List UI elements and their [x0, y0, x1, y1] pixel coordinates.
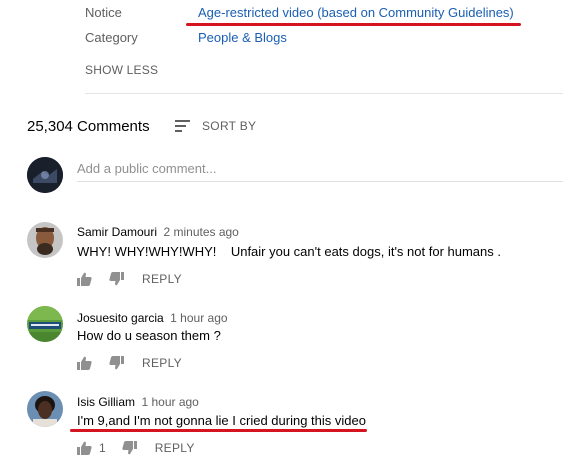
- like-count: 1: [99, 441, 106, 455]
- comment-count: 25,304 Comments: [27, 118, 150, 135]
- add-comment-input[interactable]: Add a public comment...: [77, 161, 563, 176]
- comment-header: Samir Damouri 2 minutes ago: [77, 223, 239, 241]
- comment-author[interactable]: Samir Damouri: [77, 225, 157, 239]
- sort-label: SORT BY: [202, 119, 257, 133]
- comment-annotation-underline: [70, 429, 367, 432]
- show-less-button[interactable]: SHOW LESS: [85, 63, 158, 77]
- category-label: Category: [85, 30, 138, 45]
- reply-button[interactable]: REPLY: [155, 441, 195, 455]
- thumbs-up-icon[interactable]: [77, 441, 92, 455]
- comment-author[interactable]: Isis Gilliam: [77, 395, 135, 409]
- comment-timestamp[interactable]: 2 minutes ago: [163, 225, 238, 239]
- comment-actions: 1 REPLY: [77, 440, 195, 456]
- add-comment-underline: [77, 181, 563, 182]
- comment-actions: REPLY: [77, 271, 182, 287]
- comment-timestamp[interactable]: 1 hour ago: [170, 311, 227, 325]
- comment-actions: REPLY: [77, 355, 182, 371]
- comment-author[interactable]: Josuesito garcia: [77, 311, 164, 325]
- reply-button[interactable]: REPLY: [142, 356, 182, 370]
- section-divider: [85, 93, 563, 94]
- comment-avatar[interactable]: [27, 391, 63, 427]
- notice-label: Notice: [85, 5, 122, 20]
- thumbs-down-icon[interactable]: [109, 356, 124, 370]
- comment-text: I'm 9,and I'm not gonna lie I cried duri…: [77, 413, 366, 428]
- reply-button[interactable]: REPLY: [142, 272, 182, 286]
- comment-text: WHY! WHY!WHY!WHY! Unfair you can't eats …: [77, 244, 501, 259]
- comment-avatar[interactable]: [27, 306, 63, 342]
- notice-annotation-underline: [186, 23, 521, 26]
- comment-text: How do u season them ?: [77, 328, 221, 343]
- comment-header: Isis Gilliam 1 hour ago: [77, 393, 199, 411]
- notice-link[interactable]: Age-restricted video (based on Community…: [198, 5, 514, 20]
- sort-icon: [175, 120, 190, 132]
- category-link[interactable]: People & Blogs: [198, 30, 287, 45]
- sort-button[interactable]: SORT BY: [174, 116, 256, 136]
- thumbs-up-icon[interactable]: [77, 356, 92, 370]
- comment-timestamp[interactable]: 1 hour ago: [141, 395, 198, 409]
- current-user-avatar: [27, 157, 63, 193]
- comment-header: Josuesito garcia 1 hour ago: [77, 309, 228, 327]
- comment-avatar[interactable]: [27, 222, 63, 258]
- thumbs-down-icon[interactable]: [122, 441, 137, 455]
- thumbs-up-icon[interactable]: [77, 272, 92, 286]
- thumbs-down-icon[interactable]: [109, 272, 124, 286]
